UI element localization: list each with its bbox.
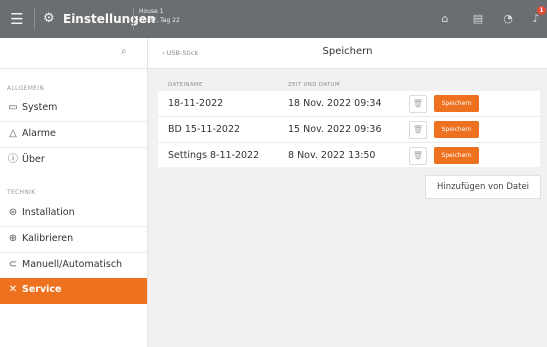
top-bar: ☰ ⚙ Einstellungen House 1 18:37, Tag 22 … — [0, 0, 547, 38]
table-row: 18-11-2022 18 Nov. 2022 09:34 🗑 Speicher… — [158, 91, 540, 117]
calculator-icon[interactable]: ▤ — [470, 12, 486, 26]
sidebar-item-kalibrieren[interactable]: ⊕ Kalibrieren — [0, 227, 147, 253]
trash-icon[interactable]: 🗑 — [409, 95, 427, 113]
home-icon[interactable]: ⌂ — [437, 12, 453, 26]
sidebar-item-label: Manuell/Automatisch — [22, 259, 123, 270]
file-table: 18-11-2022 18 Nov. 2022 09:34 🗑 Speicher… — [158, 91, 540, 167]
file-name: BD 15-11-2022 — [168, 124, 241, 135]
file-date: 8 Nov. 2022 13:50 — [288, 150, 376, 161]
page-title: Speichern — [322, 46, 373, 57]
trash-icon[interactable]: 🗑 — [409, 147, 427, 165]
add-from-file-button[interactable]: Hinzufügen von Datei — [425, 175, 541, 199]
file-name: 18-11-2022 — [168, 98, 224, 109]
sidebar-item-installation[interactable]: ⊜ Installation — [0, 201, 147, 227]
content-header: ‹ USB-Stick Speichern — [148, 38, 547, 69]
save-button[interactable]: Speichern — [434, 121, 479, 138]
section-label-technik: TECHNIK — [7, 189, 36, 196]
file-date: 15 Nov. 2022 09:36 — [288, 124, 382, 135]
sidebar-item-label: Über — [22, 154, 45, 165]
hamburger-icon[interactable]: ☰ — [8, 10, 26, 28]
table-row: BD 15-11-2022 15 Nov. 2022 09:36 🗑 Speic… — [158, 117, 540, 143]
sidebar-item-label: Kalibrieren — [22, 233, 74, 244]
monitor-icon: ▭ — [8, 102, 18, 113]
sidebar-item-label: Installation — [22, 207, 75, 218]
calibrate-icon: ⊕ — [8, 233, 18, 244]
info-icon: ⓘ — [8, 154, 18, 165]
column-header-filename: DATEINAME — [168, 82, 203, 88]
sliders-icon: ⚙ — [43, 11, 55, 26]
divider — [34, 8, 35, 30]
trash-icon[interactable]: 🗑 — [409, 121, 427, 139]
sidebar-item-label: Alarme — [22, 128, 56, 139]
sidebar-item-label: Service — [22, 284, 62, 295]
signal-icon[interactable]: ◔ — [500, 12, 516, 26]
table-row: Settings 8-11-2022 8 Nov. 2022 13:50 🗑 S… — [158, 143, 540, 168]
sidebar-item-alarme[interactable]: △ Alarme — [0, 122, 147, 148]
install-icon: ⊜ — [8, 207, 18, 218]
search-icon[interactable]: ⌕ — [121, 46, 127, 57]
toggle-icon: ⊂ — [8, 259, 18, 270]
sidebar-item-label: System — [22, 102, 58, 113]
wrench-icon: ✕ — [8, 284, 18, 295]
sidebar-item-system[interactable]: ▭ System — [0, 96, 147, 122]
file-name: Settings 8-11-2022 — [168, 150, 260, 161]
date-time: 18:37, Tag 22 — [139, 17, 180, 24]
save-button[interactable]: Speichern — [434, 147, 479, 164]
main-panel: ‹ USB-Stick Speichern DATEINAME ZEIT UND… — [148, 38, 547, 347]
sidebar-item-service[interactable]: ✕ Service — [0, 278, 147, 304]
bell-icon: △ — [9, 128, 17, 139]
house-name: House 1 — [139, 8, 164, 15]
sidebar: ⌕ ALLGEMEIN ▭ System △ Alarme ⓘ Über TEC… — [0, 38, 148, 347]
sidebar-item-manuell-automatisch[interactable]: ⊂ Manuell/Automatisch — [0, 253, 147, 279]
sidebar-search[interactable]: ⌕ — [0, 38, 147, 69]
column-header-datetime: ZEIT UND DATUM — [288, 82, 340, 88]
sidebar-item-uber[interactable]: ⓘ Über — [0, 148, 147, 173]
file-date: 18 Nov. 2022 09:34 — [288, 98, 382, 109]
save-button[interactable]: Speichern — [434, 95, 479, 112]
section-label-general: ALLGEMEIN — [7, 85, 45, 92]
notification-badge: 1 — [537, 6, 546, 15]
divider — [133, 8, 134, 30]
